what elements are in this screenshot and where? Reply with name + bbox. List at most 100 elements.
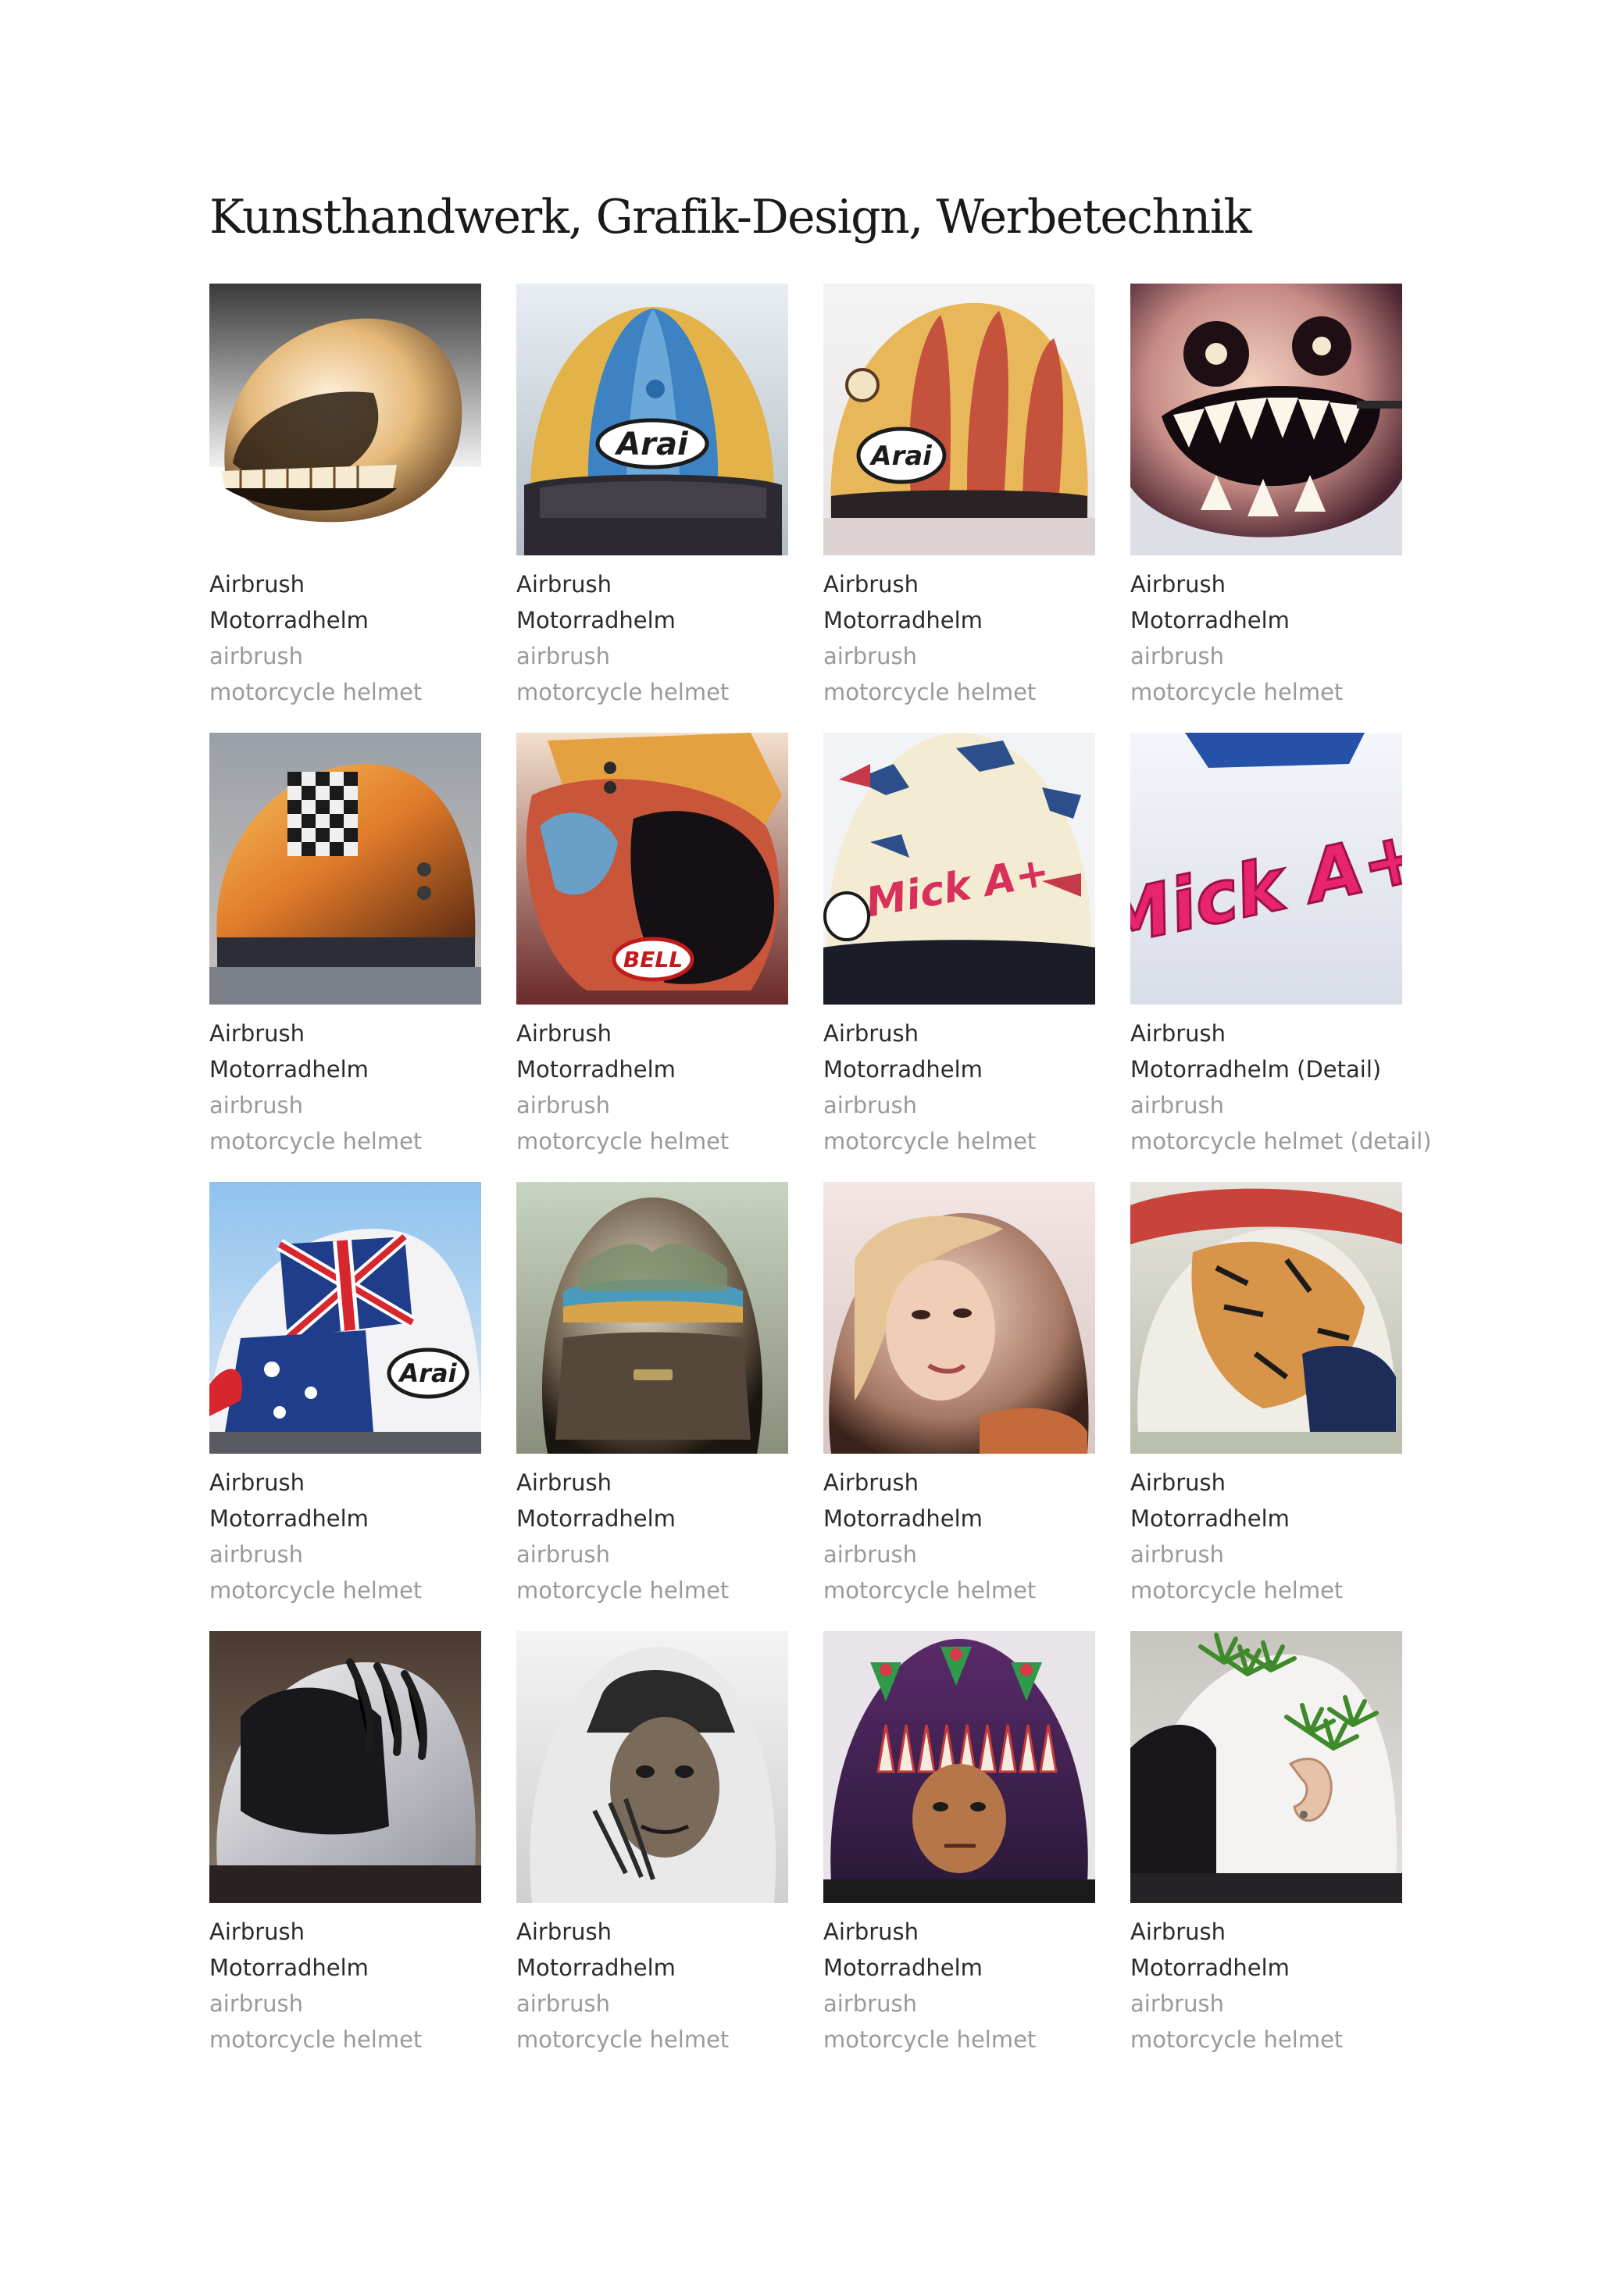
caption-title-en: airbrush <box>823 643 917 669</box>
helmet-photo[interactable]: Arai <box>823 284 1095 555</box>
caption-title-de: Airbrush <box>1130 1918 1226 1945</box>
gallery-item[interactable]: Airbrush Motorradhelm airbrush motorcycle h… <box>823 1182 1095 1631</box>
caption-subtitle-en: motorcycle helmet <box>1130 2026 1344 2053</box>
caption-subtitle-en: motorcycle helmet <box>209 2026 423 2053</box>
caption: Airbrush Motorradhelm airbrush motorcycle h… <box>823 1015 1095 1159</box>
caption-title-en: airbrush <box>209 643 303 669</box>
caption-title-de: Airbrush <box>1130 1469 1226 1496</box>
caption-subtitle-de: Motorradhelm (Detail) <box>1130 1056 1382 1083</box>
caption-title-de: Airbrush <box>209 571 305 598</box>
caption: Airbrush Motorradhelm airbrush motorcycle h… <box>823 1465 1095 1608</box>
gallery-grid: Airbrush Motorradhelm airbrush motorcycle h… <box>209 284 1432 2080</box>
caption-title-de: Airbrush <box>209 1469 305 1496</box>
caption-subtitle-de: Motorradhelm <box>209 607 369 634</box>
caption-title-de: Airbrush <box>1130 571 1226 598</box>
caption-subtitle-en: motorcycle helmet <box>209 1577 423 1604</box>
caption-title-en: airbrush <box>823 1990 917 2017</box>
caption-subtitle-en: motorcycle helmet <box>516 1577 730 1604</box>
caption-subtitle-de: Motorradhelm <box>1130 1954 1290 1981</box>
caption-title-en: airbrush <box>516 1092 610 1119</box>
caption: Airbrush Motorradhelm airbrush motorcycle h… <box>209 1015 481 1159</box>
gallery-item[interactable]: Airbrush Motorradhelm airbrush motorcycle h… <box>1130 1631 1402 2080</box>
caption: Airbrush Motorradhelm airbrush motorcycle h… <box>516 1465 788 1608</box>
gallery-item[interactable]: Airbrush Motorradhelm airbrush motorcycle h… <box>1130 1182 1402 1631</box>
caption-title-en: airbrush <box>516 1990 610 2017</box>
helmet-photo[interactable] <box>516 1631 788 1903</box>
helmet-photo[interactable]: BELL <box>516 733 788 1005</box>
gallery-item[interactable]: Mick A+ Airbrush Motorradhelm (Detail) airb… <box>1130 733 1432 1182</box>
caption-title-de: Airbrush <box>1130 1020 1226 1047</box>
caption-title-en: airbrush <box>209 1092 303 1119</box>
caption-title-de: Airbrush <box>516 1469 612 1496</box>
caption-title-de: Airbrush <box>209 1918 305 1945</box>
caption-title-de: Airbrush <box>823 1469 919 1496</box>
caption-subtitle-en: motorcycle helmet <box>1130 1577 1344 1604</box>
caption-subtitle-en: motorcycle helmet <box>209 1128 423 1155</box>
helmet-logo-text: Arai <box>869 441 933 472</box>
caption-title-en: airbrush <box>823 1541 917 1568</box>
caption-title-en: airbrush <box>823 1092 917 1119</box>
caption-subtitle-de: Motorradhelm <box>823 1505 983 1532</box>
caption-subtitle-en: motorcycle helmet <box>823 1577 1037 1604</box>
caption-title-en: airbrush <box>1130 1092 1224 1119</box>
caption-subtitle-en: motorcycle helmet <box>516 679 730 705</box>
caption-title-en: airbrush <box>209 1541 303 1568</box>
caption: Airbrush Motorradhelm airbrush motorcycle h… <box>823 1914 1095 2058</box>
caption-title-en: airbrush <box>516 1541 610 1568</box>
helmet-logo-text: Arai <box>614 427 689 462</box>
caption-subtitle-de: Motorradhelm <box>823 1056 983 1083</box>
gallery-item[interactable]: Arai Airbrush Motorradhelm airbrush motorcyc… <box>823 284 1095 733</box>
caption-title-en: airbrush <box>516 643 610 669</box>
caption: Airbrush Motorradhelm airbrush motorcycle h… <box>1130 566 1402 710</box>
helmet-photo[interactable] <box>823 1631 1095 1903</box>
caption: Airbrush Motorradhelm airbrush motorcycle h… <box>516 1914 788 2058</box>
gallery-item[interactable]: Airbrush Motorradhelm airbrush motorcycle h… <box>823 1631 1095 2080</box>
caption-subtitle-de: Motorradhelm <box>516 1505 676 1532</box>
helmet-photo[interactable] <box>1130 284 1402 555</box>
helmet-photo[interactable]: Arai <box>209 1182 481 1454</box>
gallery-item[interactable]: Airbrush Motorradhelm airbrush motorcycle h… <box>1130 284 1402 733</box>
caption-subtitle-en: motorcycle helmet <box>823 679 1037 705</box>
caption: Airbrush Motorradhelm airbrush motorcycle h… <box>209 566 481 710</box>
helmet-photo[interactable] <box>516 1182 788 1454</box>
gallery-item[interactable]: Airbrush Motorradhelm airbrush motorcycle h… <box>516 1631 788 2080</box>
helmet-photo[interactable]: Mick A+ <box>823 733 1095 1005</box>
caption: Airbrush Motorradhelm airbrush motorcycle h… <box>516 566 788 710</box>
gallery-item[interactable]: Airbrush Motorradhelm airbrush motorcycle h… <box>516 1182 788 1631</box>
caption-subtitle-en: motorcycle helmet <box>516 2026 730 2053</box>
gallery-item[interactable]: Airbrush Motorradhelm airbrush motorcycle h… <box>209 1631 481 2080</box>
helmet-photo[interactable] <box>1130 1631 1402 1903</box>
caption-subtitle-de: Motorradhelm <box>209 1505 369 1532</box>
caption: Airbrush Motorradhelm airbrush motorcycle h… <box>209 1914 481 2058</box>
caption-subtitle-de: Motorradhelm <box>209 1954 369 1981</box>
caption-subtitle-en: motorcycle helmet <box>1130 679 1344 705</box>
caption: Airbrush Motorradhelm airbrush motorcycle h… <box>1130 1465 1402 1608</box>
caption-title-en: airbrush <box>209 1990 303 2017</box>
caption-subtitle-de: Motorradhelm <box>1130 607 1290 634</box>
caption: Airbrush Motorradhelm airbrush motorcycle h… <box>1130 1914 1402 2058</box>
helmet-photo[interactable] <box>1130 1182 1402 1454</box>
caption-title-de: Airbrush <box>516 1020 612 1047</box>
helmet-photo[interactable]: Arai <box>516 284 788 555</box>
caption-subtitle-en: motorcycle helmet <box>823 1128 1037 1155</box>
gallery-item[interactable]: Airbrush Motorradhelm airbrush motorcycle h… <box>209 733 481 1182</box>
caption-subtitle-de: Motorradhelm <box>209 1056 369 1083</box>
gallery-item[interactable]: Arai Airbrush Motorradhelm airbrush motorcyc… <box>516 284 788 733</box>
caption-subtitle-de: Motorradhelm <box>516 1954 676 1981</box>
gallery-item[interactable]: Mick A+ Airbrush Motorradhelm airbrush motor… <box>823 733 1095 1182</box>
helmet-photo[interactable] <box>209 1631 481 1903</box>
gallery-item[interactable]: BELL Airbrush Motorradhelm airbrush motorcyc… <box>516 733 788 1182</box>
gallery-item[interactable]: Airbrush Motorradhelm airbrush motorcycle h… <box>209 284 481 733</box>
helmet-logo-text: BELL <box>623 947 683 973</box>
caption-title-de: Airbrush <box>516 571 612 598</box>
helmet-photo[interactable] <box>209 284 481 555</box>
helmet-photo[interactable]: Mick A+ <box>1130 733 1402 1005</box>
caption-title-en: airbrush <box>1130 1541 1224 1568</box>
caption-title-en: airbrush <box>1130 1990 1224 2017</box>
caption-subtitle-en: motorcycle helmet <box>823 2026 1037 2053</box>
caption-title-de: Airbrush <box>823 571 919 598</box>
gallery-item[interactable]: Arai Airbrush Motorradhelm airbrush motorcyc… <box>209 1182 481 1631</box>
helmet-photo[interactable] <box>823 1182 1095 1454</box>
caption-subtitle-de: Motorradhelm <box>1130 1505 1290 1532</box>
helmet-photo[interactable] <box>209 733 481 1005</box>
